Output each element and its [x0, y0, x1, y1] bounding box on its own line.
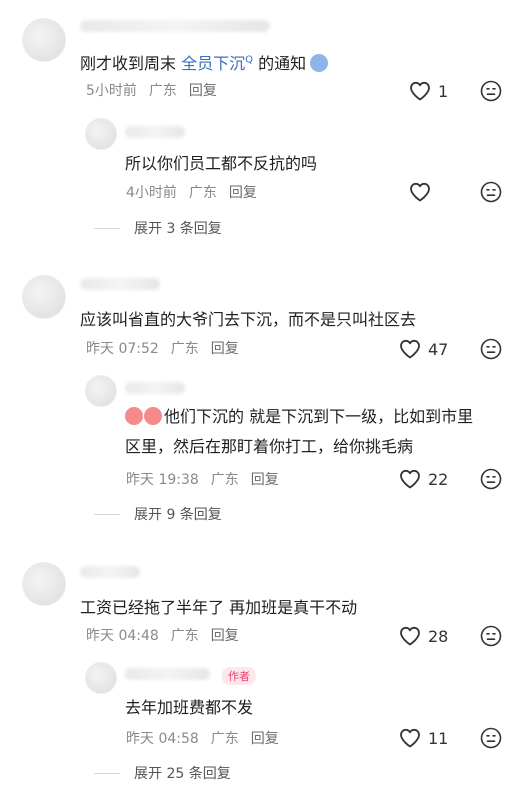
- reply-time: 昨天 04:58: [126, 731, 199, 747]
- reply-text: 他们下沉的 就是下沉到下一级，比如到市里 区里，然后在那盯着你打工，给你挑毛病: [125, 402, 490, 462]
- username-blurred[interactable]: [80, 278, 160, 290]
- comment-text-prefix: 刚才收到周末: [80, 54, 182, 73]
- reply-location: 广东: [188, 185, 217, 201]
- comment-text: 工资已经拖了半年了 再加班是真干不动: [80, 598, 358, 617]
- comment-location: 广东: [170, 341, 199, 357]
- reply-button[interactable]: 回复: [211, 625, 239, 645]
- blushing-face-emoji-icon: [125, 407, 143, 425]
- comment-meta: 昨天 07:52 广东 回复: [86, 338, 239, 358]
- reply-text: 所以你们员工都不反抗的吗: [125, 154, 318, 173]
- heart-icon: [398, 726, 422, 750]
- heart-icon: [408, 79, 432, 103]
- like-button[interactable]: 22: [398, 467, 448, 491]
- reply-button[interactable]: 回复: [211, 338, 239, 358]
- like-button[interactable]: [408, 180, 432, 204]
- username-blurred[interactable]: [80, 20, 270, 32]
- reply-location: 广东: [210, 472, 239, 488]
- meh-face-icon[interactable]: [479, 180, 503, 204]
- divider: [94, 772, 120, 774]
- reply-button[interactable]: 回复: [251, 728, 279, 748]
- avatar[interactable]: [22, 275, 66, 319]
- like-count: 11: [428, 728, 449, 748]
- username-blurred[interactable]: [80, 566, 140, 578]
- blushing-face-emoji-icon: [144, 407, 162, 425]
- reply-time: 昨天 19:38: [126, 472, 199, 488]
- comment-time: 昨天 07:52: [86, 341, 159, 357]
- divider: [94, 513, 120, 515]
- expand-replies-label[interactable]: 展开 9 条回复: [134, 504, 222, 524]
- sweating-emoji-icon: [310, 54, 329, 72]
- like-button[interactable]: 11: [398, 726, 448, 750]
- heart-icon: [398, 337, 422, 361]
- avatar[interactable]: [85, 375, 117, 407]
- expand-replies-button[interactable]: 展开 25 条回复: [94, 763, 231, 783]
- author-badge: 作者: [222, 667, 256, 685]
- reply-meta: 昨天 04:58 广东 回复: [126, 728, 279, 748]
- reply-meta: 昨天 19:38 广东 回复: [126, 469, 279, 489]
- heart-icon: [398, 624, 422, 648]
- comment-text: 应该叫省直的大爷门去下沉，而不是只叫社区去: [80, 310, 417, 329]
- comment-location: 广东: [170, 628, 199, 644]
- comment-location: 广东: [148, 83, 177, 99]
- expand-replies-label[interactable]: 展开 3 条回复: [134, 218, 222, 238]
- username-blurred[interactable]: [125, 126, 185, 138]
- like-count: 1: [438, 81, 449, 101]
- like-button[interactable]: 28: [398, 624, 448, 648]
- expand-replies-button[interactable]: 展开 3 条回复: [94, 218, 222, 238]
- reply-button[interactable]: 回复: [251, 469, 279, 489]
- avatar[interactable]: [22, 18, 66, 62]
- expand-replies-button[interactable]: 展开 9 条回复: [94, 504, 222, 524]
- like-count: 22: [428, 469, 449, 489]
- reply-time: 4小时前: [126, 185, 177, 201]
- topic-link[interactable]: 全员下沉Q: [181, 54, 253, 73]
- comment-time: 5小时前: [86, 83, 137, 99]
- avatar[interactable]: [85, 662, 117, 694]
- comment-meta: 昨天 04:48 广东 回复: [86, 625, 239, 645]
- divider: [94, 227, 120, 229]
- reply-text-content: 他们下沉的 就是下沉到下一级，比如到市里 区里，然后在那盯着你打工，给你挑毛病: [125, 407, 474, 456]
- meh-face-icon[interactable]: [479, 337, 503, 361]
- reply-meta: 4小时前 广东 回复: [126, 182, 257, 202]
- expand-replies-label[interactable]: 展开 25 条回复: [134, 763, 231, 783]
- comment-meta: 5小时前 广东 回复: [86, 80, 217, 100]
- comment-text: 刚才收到周末 全员下沉Q 的通知: [80, 50, 329, 74]
- heart-icon: [408, 180, 432, 204]
- username-blurred[interactable]: [125, 668, 210, 680]
- heart-icon: [398, 467, 422, 491]
- comment-text-suffix: 的通知: [252, 54, 307, 73]
- avatar[interactable]: [85, 118, 117, 150]
- meh-face-icon[interactable]: [479, 624, 503, 648]
- avatar[interactable]: [22, 562, 66, 606]
- search-icon: Q: [245, 54, 253, 66]
- reply-button[interactable]: 回复: [229, 182, 257, 202]
- comment-time: 昨天 04:48: [86, 628, 159, 644]
- meh-face-icon[interactable]: [479, 726, 503, 750]
- meh-face-icon[interactable]: [479, 467, 503, 491]
- reply-location: 广东: [210, 731, 239, 747]
- like-button[interactable]: 1: [408, 79, 448, 103]
- reply-button[interactable]: 回复: [189, 80, 217, 100]
- like-button[interactable]: 47: [398, 337, 448, 361]
- like-count: 47: [428, 339, 449, 359]
- like-count: 28: [428, 626, 449, 646]
- reply-text: 去年加班费都不发: [125, 698, 254, 717]
- topic-link-label[interactable]: 全员下沉: [181, 54, 245, 73]
- meh-face-icon[interactable]: [479, 79, 503, 103]
- username-blurred[interactable]: [125, 382, 185, 394]
